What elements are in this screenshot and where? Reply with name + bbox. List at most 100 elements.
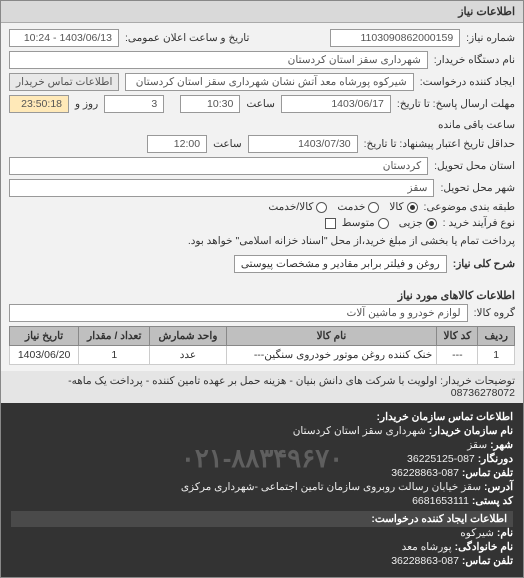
group-value: لوازم خودرو و ماشین آلات — [9, 304, 468, 322]
rname-label: نام: — [497, 527, 513, 539]
row-requester: ایجاد کننده درخواست: شیرکوه پورشاه معد آ… — [9, 73, 515, 91]
classify-label: طبقه بندی موضوعی: — [424, 201, 515, 213]
contact-panel: ۰۲۱-۸۸۳۴۹۶۷۰ اطلاعات تماس سازمان خریدار:… — [1, 403, 523, 577]
radio-dot-icon — [378, 218, 389, 229]
radio-dot-icon — [407, 202, 418, 213]
contact-section-title: اطلاعات تماس سازمان خریدار: — [11, 411, 513, 423]
cell-unit: عدد — [150, 346, 226, 365]
line-rname: نام: شیرکوه — [11, 527, 513, 539]
buyer-remark-bar: توضیحات خریدار: اولویت با شرکت های دانش … — [1, 371, 523, 403]
cell-idx: 1 — [478, 346, 515, 365]
post-label: کد پستی: — [472, 495, 513, 507]
province-label: استان محل تحویل: — [434, 160, 515, 172]
row-buyer: نام دستگاه خریدار: شهرداری سقز استان کرد… — [9, 51, 515, 69]
line-fax: دورنگار: 087-36225125 — [11, 453, 513, 465]
th-date: تاریخ نیاز — [10, 327, 79, 346]
line-tel: تلفن تماس: 087-36228863 — [11, 467, 513, 479]
row-validity: حداقل تاریخ اعتبار پیشنهاد: تا تاریخ: 14… — [9, 135, 515, 153]
announce-label: تاریخ و ساعت اعلان عمومی: — [125, 32, 249, 44]
line-rfamily: نام خانوادگی: پورشاه معد — [11, 541, 513, 553]
items-section-title: اطلاعات کالاهای مورد نیاز — [9, 289, 515, 302]
city-value: سقز — [9, 179, 434, 197]
row-province: استان محل تحویل: کردستان — [9, 157, 515, 175]
line-addr: آدرس: سقز خیابان رسالت روبروی سازمان تام… — [11, 481, 513, 493]
requester-label: ایجاد کننده درخواست: — [420, 76, 515, 88]
deadline-time: 10:30 — [180, 95, 240, 113]
days-remaining-label: روز و — [75, 98, 98, 110]
need-title-label: شرح کلی نیاز: — [453, 258, 515, 270]
th-qty: تعداد / مقدار — [79, 327, 150, 346]
radio-partial[interactable]: جزیی — [399, 217, 437, 229]
checkbox-icon — [325, 218, 336, 229]
radio-goods-label: کالا — [389, 201, 403, 213]
radio-service[interactable]: خدمت — [337, 201, 379, 213]
requester-value: شیرکوه پورشاه معد آتش نشان شهرداری سقز ا… — [125, 73, 413, 91]
tel-label: تلفن تماس: — [462, 467, 513, 479]
row-need-no: شماره نیاز: 1103090862000159 تاریخ و ساع… — [9, 29, 515, 47]
panel-title: اطلاعات نیاز — [1, 1, 523, 23]
cell-name: خنک کننده روغن موتور خودروی سنگین--- — [226, 346, 437, 365]
addr-label: آدرس: — [484, 481, 513, 493]
requester-section-title: اطلاعات ایجاد کننده درخواست: — [11, 511, 513, 527]
rfamily-label: نام خانوادگی: — [455, 541, 513, 553]
tel-value: 087-36228863 — [391, 467, 459, 479]
validity-time: 12:00 — [147, 135, 207, 153]
buyer-remark-label: توضیحات خریدار: — [440, 375, 515, 387]
th-name: نام کالا — [226, 327, 437, 346]
cell-date: 1403/06/20 — [10, 346, 79, 365]
line-post: کد پستی: 6681653111 — [11, 495, 513, 507]
row-group: گروه کالا: لوازم خودرو و ماشین آلات — [1, 304, 523, 322]
th-code: کد کالا — [437, 327, 478, 346]
days-remaining: 3 — [104, 95, 164, 113]
table-header-row: ردیف کد کالا نام کالا واحد شمارش تعداد /… — [10, 327, 515, 346]
radio-medium-label: متوسط — [342, 217, 375, 229]
row-classify: طبقه بندی موضوعی: کالا خدمت کالا/خدمت — [9, 201, 515, 213]
deadline-date: 1403/06/17 — [281, 95, 391, 113]
treasury-note-checkbox[interactable] — [325, 218, 336, 229]
province-value: کردستان — [9, 157, 428, 175]
buy-type-label: نوع فرآیند خرید : — [443, 217, 515, 229]
radio-service-label: خدمت — [337, 201, 365, 213]
fax-label: دورنگار: — [478, 453, 513, 465]
radio-dot-icon — [368, 202, 379, 213]
radio-both[interactable]: کالا/خدمت — [268, 201, 327, 213]
row-city: شهر محل تحویل: سقز — [9, 179, 515, 197]
need-no-label: شماره نیاز: — [466, 32, 515, 44]
addr-value: سقز خیابان رسالت روبروی سازمان تامین اجت… — [181, 481, 481, 493]
th-unit: واحد شمارش — [150, 327, 226, 346]
validity-label: حداقل تاریخ اعتبار پیشنهاد: تا تاریخ: — [364, 138, 515, 150]
rtel-value: 087-36228863 — [391, 555, 459, 567]
time-remaining: 23:50:18 — [9, 95, 69, 113]
time-label-2: ساعت — [213, 138, 242, 150]
th-idx: ردیف — [478, 327, 515, 346]
table-row: 1 --- خنک کننده روغن موتور خودروی سنگین-… — [10, 346, 515, 365]
line-city: شهر: سقز — [11, 439, 513, 451]
time-label-1: ساعت — [246, 98, 275, 110]
buy-note: پرداخت تمام یا بخشی از مبلغ خرید،از محل … — [9, 235, 515, 247]
row-buy-type: نوع فرآیند خرید : جزیی متوسط پرداخت تمام… — [9, 217, 515, 247]
panel-body: شماره نیاز: 1103090862000159 تاریخ و ساع… — [1, 23, 523, 283]
rname-value: شیرکوه — [460, 527, 494, 539]
line-org: نام سازمان خریدار: شهرداری سقز استان کرد… — [11, 425, 513, 437]
row-deadline: مهلت ارسال پاسخ: تا تاریخ: 1403/06/17 سا… — [9, 95, 515, 131]
buyer-value: شهرداری سقز استان کردستان — [9, 51, 428, 69]
contact-city-label: شهر: — [490, 439, 513, 451]
need-no-value: 1103090862000159 — [330, 29, 460, 47]
radio-goods[interactable]: کالا — [389, 201, 417, 213]
radio-both-label: کالا/خدمت — [268, 201, 313, 213]
post-value: 6681653111 — [412, 495, 469, 507]
city-label: شهر محل تحویل: — [440, 182, 515, 194]
org-value: شهرداری سقز استان کردستان — [293, 425, 426, 437]
fax-value: 087-36225125 — [407, 453, 475, 465]
need-title-value: روغن و فیلتر برابر مقادیر و مشخصات پیوست… — [234, 255, 447, 273]
rtel-label: تلفن تماس: — [462, 555, 513, 567]
row-need-title: شرح کلی نیاز: روغن و فیلتر برابر مقادیر … — [9, 255, 515, 273]
buy-type-radioset: جزیی متوسط — [342, 217, 437, 229]
buyer-contact-button[interactable]: اطلاعات تماس خریدار — [9, 73, 119, 91]
radio-medium[interactable]: متوسط — [342, 217, 389, 229]
time-remaining-label: ساعت باقی مانده — [438, 119, 515, 131]
deadline-label: مهلت ارسال پاسخ: تا تاریخ: — [397, 98, 515, 110]
rfamily-value: پورشاه معد — [402, 541, 452, 553]
buyer-label: نام دستگاه خریدار: — [434, 54, 515, 66]
cell-qty: 1 — [79, 346, 150, 365]
